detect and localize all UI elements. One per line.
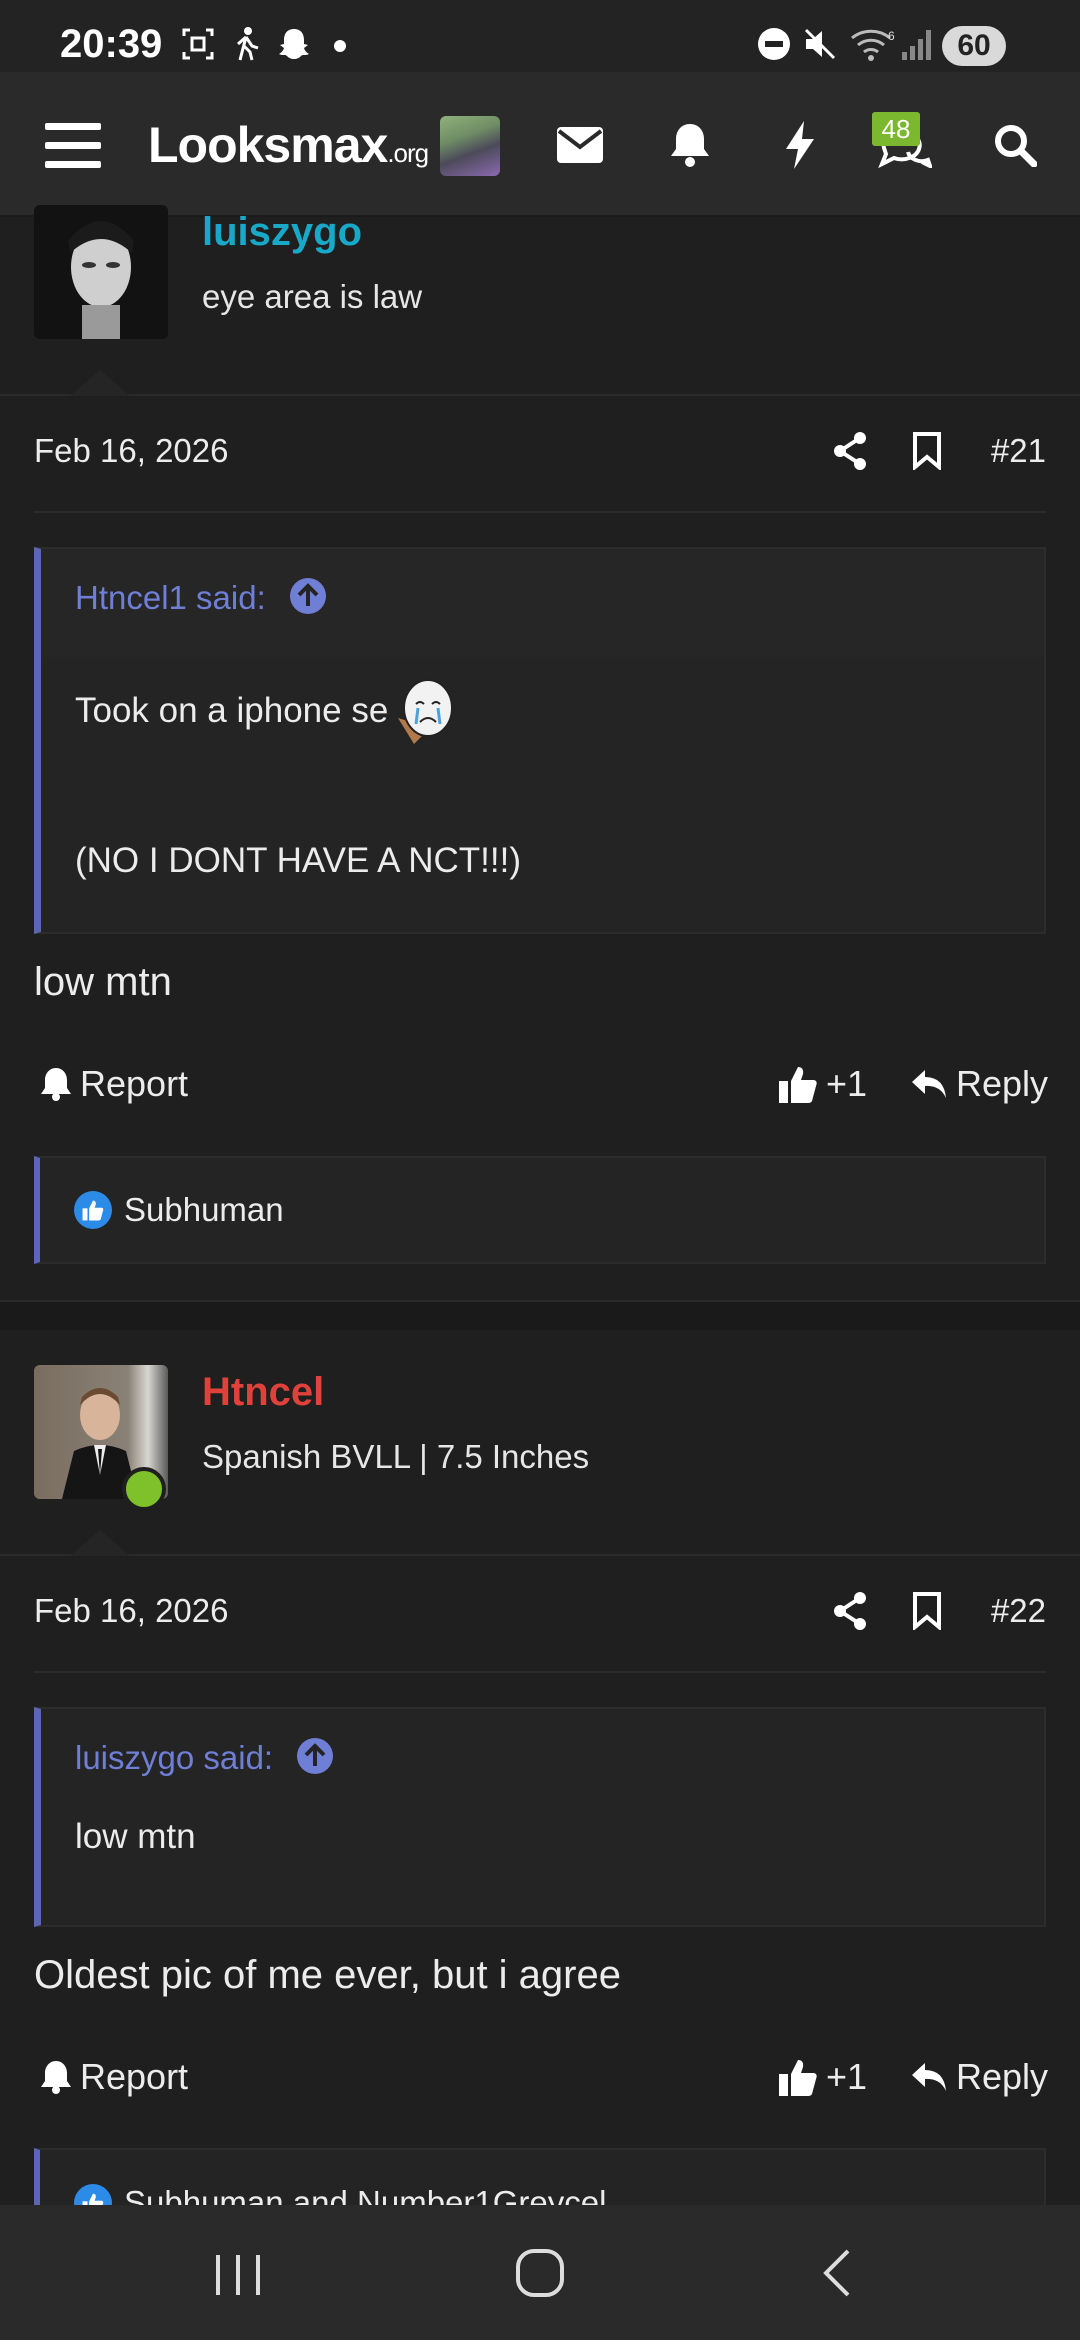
bell-icon — [41, 1068, 71, 1101]
like-button[interactable]: +1 — [778, 1063, 867, 1105]
quote-author[interactable]: luiszygo said: — [75, 1739, 273, 1776]
quote-content: low mtn — [41, 1817, 1044, 1857]
post-number[interactable]: #21 — [991, 432, 1046, 470]
share-icon[interactable] — [832, 1592, 868, 1630]
jump-to-quote-icon — [297, 1738, 334, 1774]
user-title: Spanish BVLL | 7.5 Inches — [202, 1438, 590, 1475]
online-status-indicator — [122, 1467, 166, 1511]
post-number[interactable]: #22 — [991, 1592, 1046, 1630]
post-date[interactable]: Feb 16, 2026 — [34, 432, 229, 470]
quote-content: Took on a iphone se (NO I DONT HAVE A NC… — [41, 657, 1044, 881]
status-time: 20:39 — [60, 22, 163, 66]
divider — [0, 394, 1080, 396]
home-button[interactable] — [508, 2243, 572, 2303]
like-reaction-icon — [74, 1191, 112, 1229]
signal-icon — [900, 26, 936, 62]
post-body: low mtn — [34, 960, 172, 1004]
thumbs-up-icon — [779, 2060, 817, 2096]
bookmark-icon[interactable] — [912, 1592, 942, 1630]
hamburger-icon — [45, 123, 101, 168]
report-label: Report — [80, 2056, 189, 2097]
snapchat-icon — [276, 26, 312, 62]
back-button[interactable] — [810, 2243, 870, 2303]
user-title: eye area is law — [202, 278, 423, 315]
account-avatar[interactable] — [440, 116, 500, 176]
home-icon — [516, 2249, 564, 2297]
reply-icon — [912, 1070, 946, 1098]
reply-icon — [912, 2063, 946, 2091]
post-body: Oldest pic of me ever, but i agree — [34, 1953, 621, 1997]
quote-header[interactable]: Htncel1 said: — [41, 549, 1044, 657]
search-icon — [995, 125, 1037, 167]
report-button[interactable]: Report — [40, 2056, 188, 2098]
alerts-button[interactable] — [655, 110, 725, 180]
site-logo[interactable]: Looksmax.org — [148, 116, 429, 174]
bell-icon — [671, 124, 709, 167]
crying-emoji-icon — [398, 679, 454, 744]
message-pointer — [70, 370, 130, 396]
recent-apps-button[interactable] — [200, 2243, 276, 2303]
divider — [34, 1671, 1046, 1673]
recent-apps-icon — [216, 2255, 260, 2295]
wifi-icon: 6 — [850, 26, 900, 62]
reply-button[interactable]: Reply — [910, 2056, 1048, 2098]
quote-line: Took on a iphone se — [75, 691, 389, 730]
screenshot-icon — [180, 26, 216, 62]
envelope-icon — [557, 127, 603, 163]
quote-block: Htncel1 said: Took on a iphone se (NO I … — [34, 547, 1046, 934]
divider — [0, 1554, 1080, 1556]
search-button[interactable] — [980, 110, 1050, 180]
logo-suffix: .org — [387, 138, 429, 168]
status-bar: 20:39 6 60 — [0, 0, 1080, 72]
notification-dot-icon — [334, 40, 346, 52]
back-chevron-icon — [823, 2249, 850, 2297]
system-navigation-bar — [0, 2205, 1080, 2340]
post-separator — [0, 1300, 1080, 1330]
like-count: +1 — [826, 2056, 868, 2097]
mute-icon — [802, 26, 838, 62]
bell-icon — [41, 2061, 71, 2094]
report-label: Report — [80, 1063, 189, 1104]
like-button[interactable]: +1 — [778, 2056, 867, 2098]
quote-header[interactable]: luiszygo said: — [41, 1709, 1044, 1817]
share-icon[interactable] — [832, 432, 868, 470]
menu-button[interactable] — [38, 110, 108, 180]
do-not-disturb-icon — [756, 26, 792, 62]
site-navbar: Looksmax.org 48 — [0, 72, 1080, 217]
reactions-bar[interactable]: Subhuman — [34, 1156, 1046, 1264]
user-avatar[interactable] — [34, 205, 168, 339]
svg-text:6: 6 — [888, 29, 895, 43]
whats-new-button[interactable] — [765, 110, 835, 180]
bookmark-icon[interactable] — [912, 432, 942, 470]
username[interactable]: luiszygo — [202, 210, 362, 255]
reply-label: Reply — [956, 1063, 1049, 1104]
lightning-icon — [786, 121, 814, 169]
post-date[interactable]: Feb 16, 2026 — [34, 1592, 229, 1630]
walking-icon — [228, 26, 264, 62]
inbox-button[interactable] — [545, 110, 615, 180]
quote-line: (NO I DONT HAVE A NCT!!!) — [75, 841, 521, 880]
divider — [34, 511, 1046, 513]
logo-text: Looksmax — [148, 117, 388, 173]
thumbs-up-icon — [779, 1067, 817, 1103]
jump-to-quote-icon — [289, 578, 326, 614]
quote-block: luiszygo said: low mtn — [34, 1707, 1046, 1927]
message-pointer — [70, 1530, 130, 1556]
report-button[interactable]: Report — [40, 1063, 188, 1105]
quote-author[interactable]: Htncel1 said: — [75, 579, 266, 616]
battery-indicator: 60 — [942, 26, 1006, 66]
reactions-users[interactable]: Subhuman — [124, 1191, 284, 1229]
reply-button[interactable]: Reply — [910, 1063, 1048, 1105]
username[interactable]: Htncel — [202, 1370, 324, 1415]
quote-line: low mtn — [75, 1817, 196, 1856]
like-count: +1 — [826, 1063, 868, 1104]
reply-label: Reply — [956, 2056, 1049, 2097]
messages-count-badge: 48 — [872, 112, 920, 146]
